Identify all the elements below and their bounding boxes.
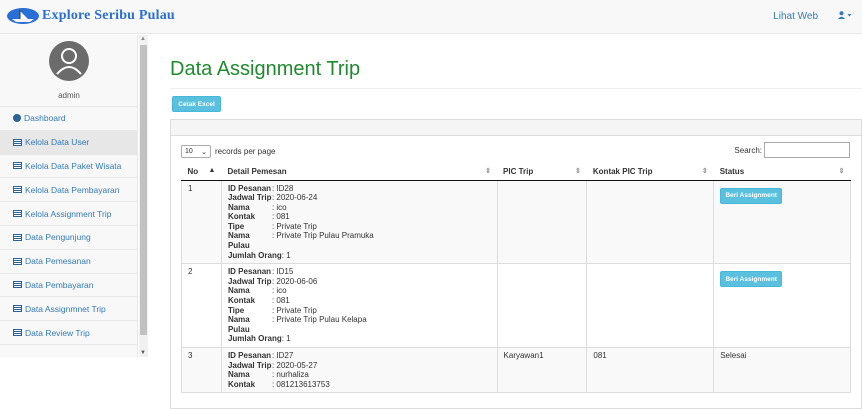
sidebar-scrollbar[interactable]: ▲ ▼ [139,35,148,357]
sidebar-item-label: Data Pemesanan [25,256,91,267]
table-row: 3 ID Pesanan: ID27 Jadwal Trip: 2020-05-… [181,347,851,394]
table-icon [13,257,22,265]
row-number: 3 [181,347,222,394]
sort-asc-icon: ▲ [208,166,216,174]
user-icon [838,11,852,19]
view-site-link[interactable]: Lihat Web [773,11,818,22]
chevron-down-icon: ⌄ [201,148,207,156]
sidebar-item-kelola-data-user[interactable]: Kelola Data User [0,130,137,155]
assign-button[interactable]: Beri Assignment [720,271,783,288]
pic-contact-cell [586,263,715,348]
brand-title: Explore Seribu Pulau [42,8,175,23]
table-icon [13,305,22,313]
sidebar: admin Dashboard Kelola Data User Kelola … [0,35,138,357]
column-header-pic-trip[interactable]: PIC Trip ⇕ [497,163,587,181]
sidebar-item-kelola-assignment-trip[interactable]: Kelola Assignment Trip [0,202,137,226]
detail-cell: ID Pesanan: ID27 Jadwal Trip: 2020-05-27… [221,347,498,394]
brand-link[interactable]: Explore Seribu Pulau [6,5,175,27]
pic-trip-cell [497,263,588,348]
table-row: 2 ID Pesanan: ID15 Jadwal Trip: 2020-06-… [181,263,851,348]
sidebar-item-label: Kelola Assignment Trip [25,208,112,219]
table-icon [13,233,22,241]
table-icon [13,281,22,289]
sidebar-item-kelola-data-paket-wisata[interactable]: Kelola Data Paket Wisata [0,155,137,179]
sort-icon: ⇕ [838,167,845,175]
profile-panel: admin [0,35,137,107]
table-header-row: No ▲ Detail Pemesan ⇕ PIC Trip ⇕ Kontak PIC… [181,163,851,181]
sidebar-item-label: Data Pembayaran [25,279,94,290]
sidebar-item-label: Data Pengunjung [25,232,91,243]
sidebar-item-label: Data Assignmnet Trip [25,303,106,314]
scroll-down-icon[interactable]: ▼ [140,350,146,356]
sidebar-item-data-assignmnet-trip[interactable]: Data Assignmnet Trip [0,297,137,322]
pic-trip-cell: Karyawan1 [497,347,588,394]
caret-down-icon [847,14,852,17]
records-per-page-control: 10 ⌄ records per page [181,145,275,158]
row-number: 1 [181,180,222,265]
username-label: admin [58,91,80,100]
top-navbar: Explore Seribu Pulau Lihat Web [0,0,862,34]
sidebar-item-label: Data Review Trip [25,327,90,338]
dashboard-icon [13,114,21,123]
column-header-no[interactable]: No ▲ [181,163,222,181]
table-icon [13,329,22,337]
sort-icon: ⇕ [575,167,581,175]
pic-trip-cell [497,180,588,265]
pic-contact-cell: 081 [586,347,715,394]
pic-contact-cell [586,180,715,265]
sidebar-item-label: Kelola Data User [25,137,90,148]
sidebar-item-data-pengunjung[interactable]: Data Pengunjung [0,226,137,250]
main-content: Data Assignment Trip Cetak Excel 10 ⌄ re… [150,34,862,409]
sort-icon: ⇕ [485,167,492,175]
scroll-up-icon[interactable]: ▲ [140,36,146,42]
export-excel-button[interactable]: Cetak Excel [172,96,221,112]
sort-icon: ⇕ [701,167,708,175]
table-icon [13,138,22,146]
sidebar-item-dashboard[interactable]: Dashboard [0,107,137,131]
user-avatar-icon [56,48,82,75]
column-header-status[interactable]: Status ⇕ [713,163,851,181]
search-label: Search: [734,145,762,155]
status-cell: Beri Assignment [713,263,851,348]
detail-cell: ID Pesanan: ID15 Jadwal Trip: 2020-06-06… [221,263,498,348]
row-number: 2 [181,263,222,348]
title-divider [170,88,862,89]
sidebar-item-label: Kelola Data Pembayaran [25,184,120,195]
column-header-kontak-pic[interactable]: Kontak PIC Trip ⇕ [586,163,714,181]
table-icon [13,186,22,194]
records-per-page-label: records per page [215,147,276,156]
page-title: Data Assignment Trip [170,58,361,80]
assign-button[interactable]: Beri Assignment [720,187,783,204]
sidebar-item-label: Dashboard [24,113,66,124]
status-cell: Selesai [713,347,851,394]
search-input[interactable] [764,142,850,158]
table-icon [13,162,22,170]
user-menu-toggle[interactable] [838,11,852,22]
sidebar-item-data-pemesanan[interactable]: Data Pemesanan [0,250,137,274]
assignment-table: No ▲ Detail Pemesan ⇕ PIC Trip ⇕ Kontak PIC… [181,163,851,394]
table-panel: 10 ⌄ records per page Search: No ▲ Detail… [170,119,862,409]
avatar [49,41,89,81]
records-per-page-value: 10 [185,148,193,155]
detail-cell: ID Pesanan: ID28 Jadwal Trip: 2020-06-24… [221,180,498,265]
sidebar-item-data-review-trip[interactable]: Data Review Trip [0,321,137,345]
records-per-page-select[interactable]: 10 ⌄ [181,145,211,158]
sidebar-item-label: Kelola Data Paket Wisata [25,160,122,171]
scrollbar-thumb[interactable] [140,45,147,335]
boat-logo-icon [6,7,40,25]
column-header-detail[interactable]: Detail Pemesan ⇕ [221,163,498,181]
sidebar-item-data-pembayaran[interactable]: Data Pembayaran [0,274,137,298]
panel-heading [171,120,861,136]
search-control: Search: [734,142,850,158]
status-cell: Beri Assignment [713,180,851,265]
table-icon [13,210,22,218]
table-row: 1 ID Pesanan: ID28 Jadwal Trip: 2020-06-… [181,180,851,265]
sidebar-item-kelola-data-pembayaran[interactable]: Kelola Data Pembayaran [0,178,137,203]
